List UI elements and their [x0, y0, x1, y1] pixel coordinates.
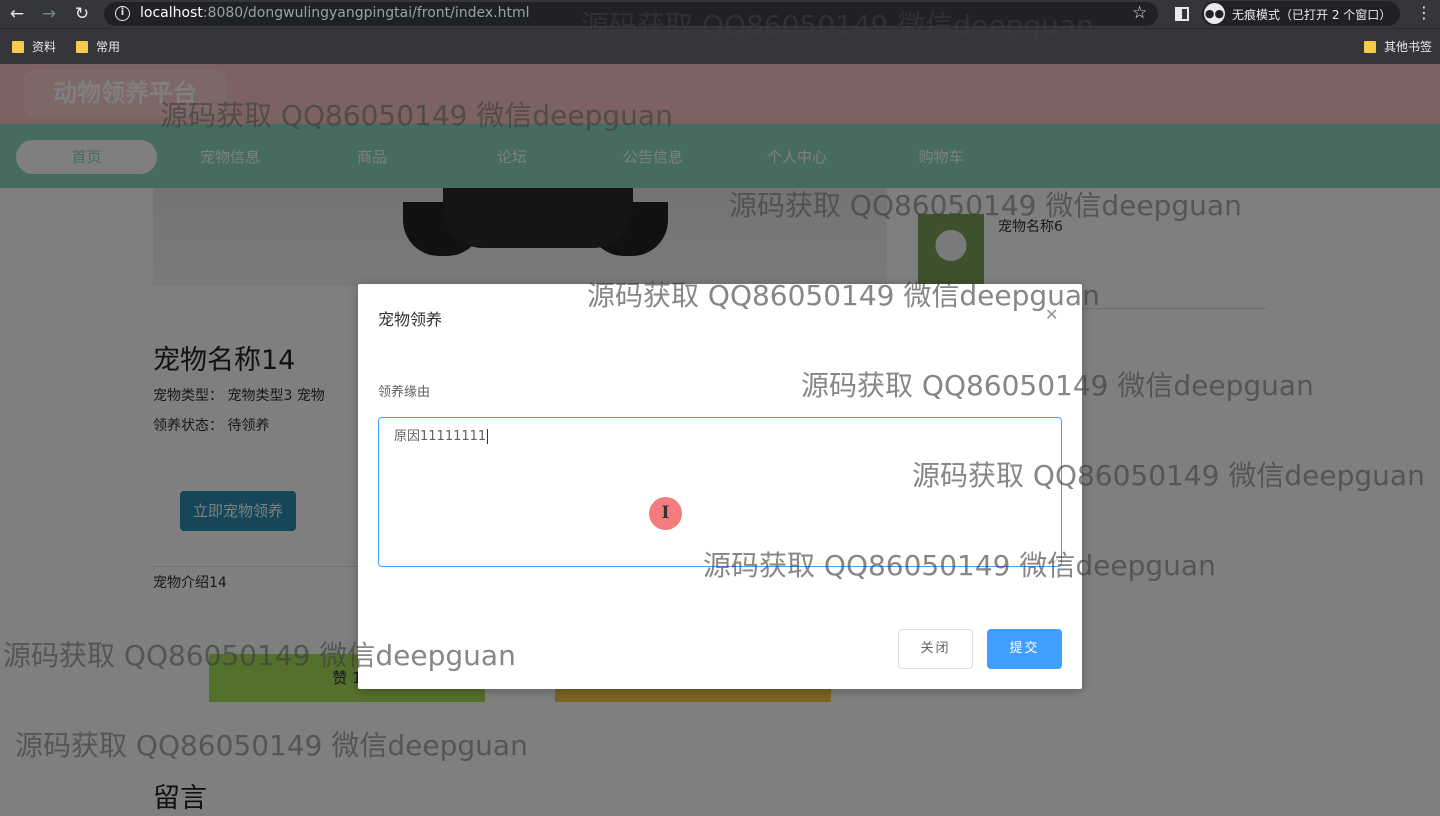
reason-text: 原因11111111	[394, 429, 487, 444]
info-icon[interactable]: i	[115, 6, 130, 21]
url-path: :8080/dongwulingyangpingtai/front/index.…	[202, 5, 530, 21]
incognito-icon: ●●	[1204, 3, 1225, 24]
reload-icon[interactable]: ↻	[71, 4, 93, 24]
bookmark-label: 常用	[96, 40, 121, 54]
bookmark-label: 其他书签	[1384, 40, 1433, 54]
bookmark-star-icon[interactable]: ☆	[1132, 3, 1147, 23]
arrow-left-icon[interactable]: ←	[6, 4, 28, 24]
browser-toolbar: ← → ↻ i localhost:8080/dongwulingyangpin…	[0, 0, 1440, 28]
text-caret	[487, 429, 489, 444]
close-button[interactable]: 关闭	[898, 629, 973, 669]
folder-icon	[1364, 41, 1376, 53]
incognito-label: 无痕模式（已打开 2 个窗口）	[1232, 8, 1392, 22]
bookmark-folder-changyong[interactable]: 常用	[76, 38, 120, 54]
incognito-indicator[interactable]: ●● 无痕模式（已打开 2 个窗口）	[1202, 1, 1400, 26]
text-cursor-icon: I	[649, 497, 682, 530]
arrow-right-icon[interactable]: →	[38, 4, 60, 24]
close-icon[interactable]: ✕	[1045, 305, 1058, 324]
bookmark-label: 资料	[32, 40, 57, 54]
address-bar[interactable]: i localhost:8080/dongwulingyangpingtai/f…	[104, 2, 1158, 26]
adoption-dialog: 宠物领养 ✕ 领养缘由 原因11111111 关闭 提交	[358, 284, 1082, 689]
url-host: localhost	[140, 5, 203, 21]
folder-icon	[76, 41, 88, 53]
bookmark-folder-ziliao[interactable]: 资料	[12, 38, 56, 54]
submit-button[interactable]: 提交	[987, 629, 1062, 669]
bookmarks-bar: 资料 常用 其他书签	[0, 28, 1440, 64]
reason-textarea[interactable]: 原因11111111	[378, 417, 1062, 567]
side-panel-icon[interactable]	[1175, 7, 1189, 21]
other-bookmarks[interactable]: 其他书签	[1364, 38, 1432, 54]
reason-label: 领养缘由	[378, 385, 431, 400]
dialog-title: 宠物领养	[378, 310, 443, 329]
more-menu-icon[interactable]: ⋮	[1416, 3, 1432, 22]
folder-icon	[12, 41, 24, 53]
